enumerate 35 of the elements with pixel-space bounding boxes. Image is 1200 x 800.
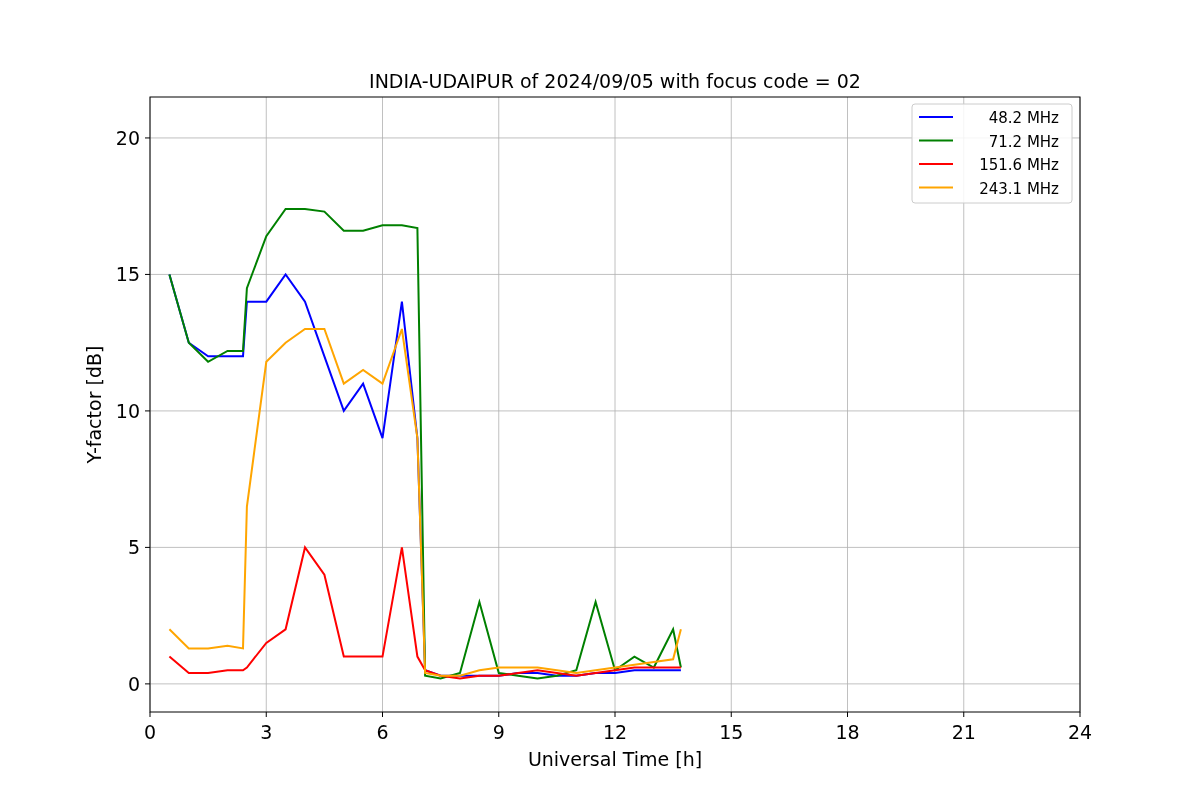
tick-mark (144, 683, 151, 685)
x-tick-label: 24 (1067, 721, 1093, 743)
tick-mark (382, 711, 383, 718)
tick-mark (730, 711, 732, 718)
tick-mark (144, 410, 151, 412)
x-tick-label: 15 (719, 721, 744, 743)
chart-title: INDIA-UDAIPUR of 2024/09/05 with focus code = 02 (369, 70, 861, 92)
x-axis-label: Universal Time [h] (527, 748, 703, 770)
legend-label: 48.2 MHz (988, 109, 1059, 127)
tick-mark (963, 711, 965, 718)
y-tick-label: 0 (127, 672, 140, 695)
y-tick-label: 20 (115, 126, 140, 149)
legend-label: 243.1 MHz (979, 179, 1059, 198)
x-tick-label: 12 (602, 721, 628, 743)
y-axis-label: Y-factor [dB] (83, 345, 105, 464)
tick-mark (149, 711, 151, 718)
x-tick-label: 3 (260, 721, 273, 743)
x-tick-label: 9 (492, 721, 505, 743)
x-tick-label: 0 (143, 721, 157, 743)
y-tick-label: 15 (115, 263, 140, 286)
x-tick-label: 21 (951, 721, 976, 743)
legend-label: 71.2 MHz (988, 132, 1059, 151)
tick-mark (144, 546, 151, 548)
tick-mark (847, 711, 848, 718)
tick-mark (1079, 711, 1081, 718)
x-tick-label: 18 (835, 721, 860, 743)
tick-mark (144, 137, 151, 139)
tick-mark (614, 711, 616, 718)
x-tick-label: 6 (376, 721, 389, 743)
tick-mark (498, 711, 500, 718)
y-tick-label: 10 (115, 399, 140, 422)
y-tick-label: 5 (127, 536, 140, 559)
tick-mark (144, 273, 151, 275)
tick-mark (265, 711, 267, 718)
legend-label: 151.6 MHz (979, 156, 1059, 174)
